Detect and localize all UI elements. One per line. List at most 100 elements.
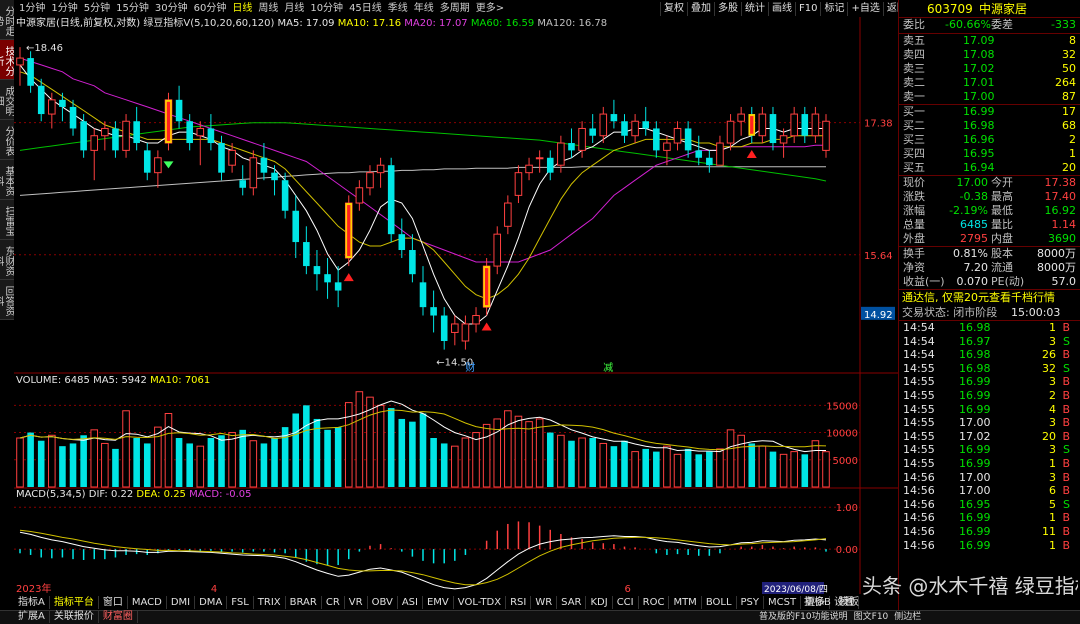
indicator-tab-25[interactable]: MCST — [764, 596, 802, 609]
period-tab-15[interactable]: 更多> — [473, 2, 507, 16]
volume-tick-label: 15000 — [826, 401, 858, 412]
indicator-tab-11[interactable]: VR — [345, 596, 368, 609]
toolbar-button-5[interactable]: 画线 — [768, 2, 795, 16]
period-tab-14[interactable]: 多周期 — [437, 2, 473, 16]
status-tab-3[interactable]: 财富圈 — [99, 611, 138, 623]
indicator-tab-19[interactable]: KDJ — [586, 596, 613, 609]
period-tab-3[interactable]: 5分钟 — [81, 2, 113, 16]
volume-bar — [430, 438, 437, 487]
indicator-tab-7[interactable]: FSL — [227, 596, 254, 609]
candle-body — [228, 149, 236, 166]
indicator-tab-5[interactable]: DMI — [167, 596, 196, 609]
indicator-tab-20[interactable]: CCI — [613, 596, 639, 609]
toolbar-button-1[interactable]: 复权 — [660, 2, 687, 16]
chart-area: 中源家居(日线,前复权,对数) 绿豆指标V(5,10,20,60,120) MA… — [14, 17, 898, 594]
tick-volume: 3 — [1049, 416, 1056, 430]
indicator-tab-16[interactable]: RSI — [506, 596, 532, 609]
indicator-tab-6[interactable]: DMA — [195, 596, 228, 609]
candle-body — [461, 323, 470, 342]
toolbar-button-7[interactable]: 标记 — [820, 2, 847, 16]
period-tab-5[interactable]: 30分钟 — [152, 2, 191, 16]
candle-body — [355, 187, 364, 204]
indicator-tab-13[interactable]: ASI — [398, 596, 423, 609]
period-tab-6[interactable]: 60分钟 — [191, 2, 230, 16]
stat-row-4: 总量 6485 量比 1.14 — [899, 218, 1080, 232]
indicator-tab-right: 指标B 模板 — [800, 596, 863, 609]
indicator-tab-21[interactable]: ROC — [639, 596, 670, 609]
status-tab-1[interactable]: 扩展A — [14, 611, 50, 623]
period-tab-10[interactable]: 10分钟 — [307, 2, 346, 16]
toolbar-button-2[interactable]: 叠加 — [687, 2, 714, 16]
candle-body — [578, 127, 586, 151]
indicator-tab-9[interactable]: BRAR — [286, 596, 322, 609]
side-tab-3[interactable]: 成交明细 — [0, 80, 14, 120]
tick-direction: B — [1062, 456, 1070, 470]
side-tab-4[interactable]: 分价表 — [0, 120, 14, 160]
indicator-tab-14[interactable]: EMV — [423, 596, 454, 609]
period-tab-13[interactable]: 年线 — [411, 2, 437, 16]
ask-row-1-volume: 8 — [1069, 34, 1076, 47]
stat-label: 今开 — [991, 176, 1013, 189]
period-tab-9[interactable]: 月线 — [281, 2, 307, 16]
indicator-tab-17[interactable]: WR — [531, 596, 558, 609]
status-right-item-1[interactable]: 普及版的F10功能说明 — [756, 612, 851, 622]
indicator-tab-8[interactable]: TRIX — [254, 596, 286, 609]
volume-bar — [101, 442, 109, 488]
notice-row[interactable]: 通达信, 仅需20元查看千档行情 — [899, 290, 1080, 306]
period-tab-8[interactable]: 周线 — [255, 2, 281, 16]
period-tab-2[interactable]: 1分钟 — [48, 2, 80, 16]
indicator-tab-24[interactable]: PSY — [737, 596, 765, 609]
candle-body — [324, 274, 331, 283]
side-tab-1[interactable]: 分时走势 — [0, 0, 14, 40]
side-tab-7[interactable]: 东财资料 — [0, 240, 14, 280]
indicator-tab-3[interactable]: 窗口 — [99, 596, 128, 609]
notice-text[interactable]: 通达信, 仅需20元查看千档行情 — [902, 290, 1055, 306]
period-tab-4[interactable]: 15分钟 — [113, 2, 152, 16]
ma120-line — [19, 166, 826, 196]
toolbar-button-8[interactable]: +自选 — [847, 2, 882, 16]
volume-bar — [133, 438, 140, 487]
side-tab-8[interactable]: 回答资料 — [0, 280, 14, 320]
toolbar-button-4[interactable]: 统计 — [741, 2, 768, 16]
ask-row-1-price: 17.09 — [963, 34, 995, 47]
indicator-tab-1[interactable]: 指标A — [14, 596, 50, 609]
buy-signal-icon — [343, 273, 354, 282]
ask-row-2-label: 卖四 — [903, 48, 925, 61]
side-tab-2[interactable]: 技术分析 — [0, 40, 14, 80]
tick-direction: B — [1062, 416, 1070, 430]
toolbar-button-3[interactable]: 多股 — [714, 2, 741, 16]
chart-svg[interactable]: 17.3815.6414.92←18.46←14.50财 减15000100005… — [14, 17, 898, 594]
toolbar-button-6[interactable]: F10 — [795, 2, 820, 16]
indicator-tab-10[interactable]: CR — [322, 596, 345, 609]
period-tab-1[interactable]: 1分钟 — [16, 2, 48, 16]
indicator-tab-15[interactable]: VOL-TDX — [454, 596, 507, 609]
status-tab-2[interactable]: 关联报价 — [50, 611, 99, 623]
candle-body — [546, 157, 554, 173]
period-tab-12[interactable]: 季线 — [385, 2, 411, 16]
volume-bar — [758, 445, 767, 488]
indicator-tab-18[interactable]: SAR — [557, 596, 587, 609]
stat-value: -2.19% — [949, 204, 988, 217]
tick-time: 14:56 — [903, 511, 935, 525]
candle-body — [589, 128, 596, 136]
tick-price: 16.99 — [959, 456, 991, 470]
bid-row-4: 买四 16.95 1 — [899, 147, 1080, 161]
indicator-tab-12[interactable]: OBV — [368, 596, 398, 609]
indicator-right-tab-1[interactable]: 指标B — [800, 597, 835, 608]
indicator-tab-2[interactable]: 指标平台 — [50, 596, 99, 609]
side-tab-5[interactable]: 基本资料 — [0, 160, 14, 200]
status-right-item-2[interactable]: 图文F10 — [851, 612, 892, 622]
ask-row-3: 卖三 17.02 50 — [899, 62, 1080, 76]
status-right-item-3[interactable]: 侧边栏 — [891, 612, 924, 622]
ma10-line — [19, 71, 826, 300]
indicator-tab-4[interactable]: MACD — [128, 596, 167, 609]
indicator-tab-23[interactable]: BOLL — [702, 596, 737, 609]
side-tab-6[interactable]: 扫雷宝 — [0, 200, 14, 240]
period-tab-11[interactable]: 45日线 — [346, 2, 385, 16]
tick-price: 16.98 — [959, 348, 991, 362]
volume-bar — [324, 429, 331, 487]
tick-row: 14:55 17.02 20 B — [899, 430, 1080, 444]
indicator-right-tab-2[interactable]: 模板 — [835, 597, 863, 608]
period-tab-7[interactable]: 日线 — [229, 2, 255, 16]
indicator-tab-22[interactable]: MTM — [669, 596, 702, 609]
